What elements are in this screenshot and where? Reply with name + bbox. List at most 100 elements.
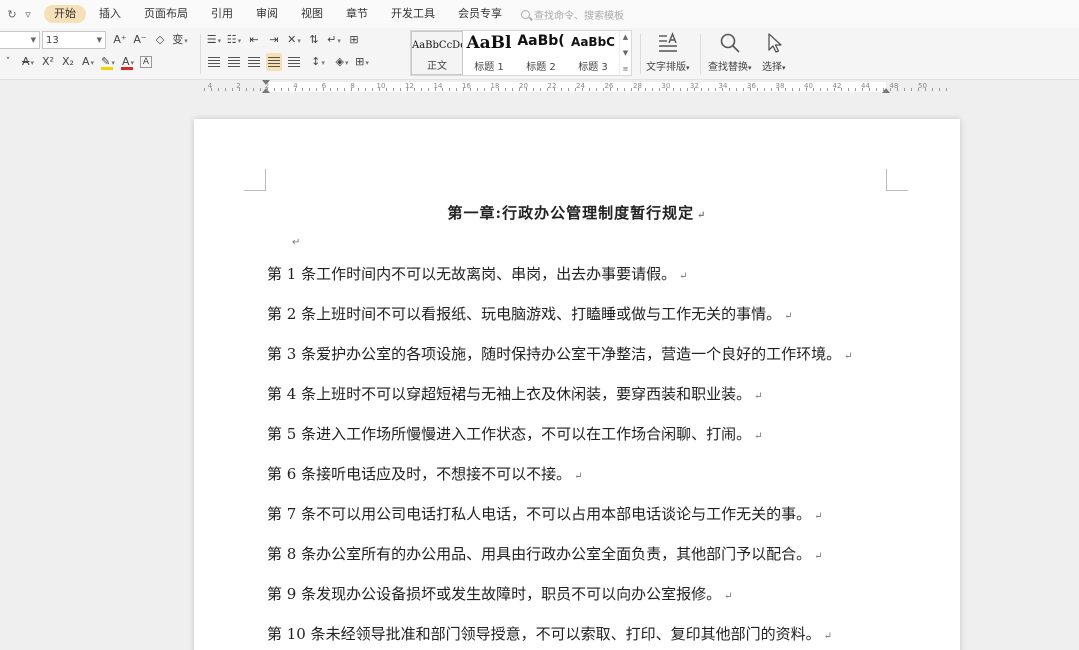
superscript-icon[interactable]: X² (40, 53, 56, 71)
borders-icon[interactable]: ⊞▾ (354, 53, 370, 71)
phonetic-guide-icon[interactable]: 变▾ (172, 31, 188, 49)
paragraph-6[interactable]: 第 6 条接听电话应及时，不想接不可以不接。 ↵ (267, 463, 582, 484)
ruler-tick (337, 88, 338, 91)
margin-corner-top-right (886, 169, 908, 191)
command-search[interactable]: 查找命令、搜索模板 (521, 7, 624, 22)
paragraph-10[interactable]: 第 10 条未经领导批准和部门领导授意，不可以索取、打印、复印其他部门的资料。 ↵ (267, 623, 832, 644)
style-heading-3[interactable]: AaBbC 标题 3 (567, 31, 619, 75)
ruler-label: 26 (604, 82, 614, 90)
tab-developer[interactable]: 开发工具 (381, 5, 445, 23)
ribbon-toolbar: ▼ 13 ▼ A⁺ A⁻ ◇ 变▾ ˅ A▾ X² X₂ A▾ ✎▾ A▾ A ☰… (0, 28, 1079, 80)
paragraph-8[interactable]: 第 8 条办公室所有的办公用品、用具由行政办公室全面负责，其他部门予以配合。 ↵ (267, 543, 822, 564)
tab-references[interactable]: 引用 (201, 5, 243, 23)
tab-view[interactable]: 视图 (291, 5, 333, 23)
align-left-icon[interactable] (206, 53, 222, 71)
ruler-tick (799, 88, 800, 91)
chevron-up-icon[interactable]: ▲ (623, 33, 628, 41)
ruler-tick (225, 88, 226, 91)
subscript-icon[interactable]: X₂ (60, 53, 76, 71)
text-box-icon[interactable]: ⊞ (346, 31, 362, 49)
document-title[interactable]: 第一章:行政办公管理制度暂行规定 ↵ (194, 202, 960, 223)
ruler-tick (540, 88, 541, 91)
distributed-align-icon[interactable] (286, 53, 302, 71)
ruler-tick (372, 88, 373, 91)
expand-gallery-icon[interactable]: ≡ (623, 65, 629, 73)
find-replace-button[interactable]: 查找替换▾ (708, 32, 752, 73)
ruler-tick (533, 88, 534, 91)
increase-indent-icon[interactable]: ⇥ (266, 31, 282, 49)
undo-icon[interactable]: ↻ (4, 8, 20, 21)
tab-insert[interactable]: 插入 (89, 5, 131, 23)
paragraph-5[interactable]: 第 5 条进入工作场所慢慢进入工作状态，不可以在工作场合闲聊、打闹。 ↵ (267, 423, 762, 444)
paragraph-4[interactable]: 第 4 条上班时不可以穿超短裙与无袖上衣及休闲装，要穿西装和职业装。 ↵ (267, 383, 762, 404)
ruler-tick (484, 88, 485, 91)
font-size-select[interactable]: 13 ▼ (42, 31, 106, 49)
strikethrough-icon[interactable]: A▾ (20, 53, 36, 71)
chevron-down-icon: ▼ (30, 36, 36, 44)
font-row-bottom: ˅ A▾ X² X₂ A▾ ✎▾ A▾ A (0, 53, 156, 71)
shading-icon[interactable]: ◈▾ (334, 53, 350, 71)
ruler-tick (680, 88, 681, 91)
text-effect-icon[interactable]: A▾ (80, 53, 96, 71)
char-border-icon[interactable]: A (140, 56, 152, 68)
ruler-tick (848, 88, 849, 91)
select-button[interactable]: 选择▾ (762, 32, 786, 73)
increase-font-icon[interactable]: A⁺ (112, 31, 128, 49)
numbered-list-icon[interactable]: ☷▾ (226, 31, 242, 49)
paragraph-3[interactable]: 第 3 条爱护办公室的各项设施，随时保持办公室干净整洁，营造一个良好的工作环境。… (267, 343, 852, 364)
ruler-tick (589, 88, 590, 91)
line-spacing-icon[interactable]: ↕▾ (310, 53, 326, 71)
ruler-tick (421, 88, 422, 91)
style-heading-2[interactable]: AaBb( 标题 2 (515, 31, 567, 75)
decrease-indent-icon[interactable]: ⇤ (246, 31, 262, 49)
tab-sections[interactable]: 章节 (336, 5, 378, 23)
chevron-down-icon[interactable]: ▼ (623, 49, 628, 57)
chinese-layout-icon[interactable]: ✕▾ (286, 31, 302, 49)
style-normal[interactable]: AaBbCcDd 正文 (411, 31, 463, 75)
font-color-icon[interactable]: A▾ (120, 53, 136, 71)
sort-icon[interactable]: ⇅ (306, 31, 322, 49)
ruler-label: 4 (293, 82, 298, 90)
ruler-label: 10 (376, 82, 386, 90)
underline-dropdown-icon[interactable]: ˅ (0, 53, 16, 71)
paragraph-7[interactable]: 第 7 条不可以用公司电话打私人电话，不可以占用本部电话谈论与工作无关的事。 ↵ (267, 503, 822, 524)
show-marks-icon[interactable]: ↵▾ (326, 31, 342, 49)
ruler-tick (386, 88, 387, 91)
styles-scroll[interactable]: ▲ ▼ ≡ (619, 31, 631, 75)
align-center-icon[interactable] (226, 53, 242, 71)
font-name-select[interactable]: ▼ (0, 31, 40, 49)
ruler-label: 20 (519, 82, 528, 90)
ruler-label: 44 (861, 82, 870, 90)
ruler-tick (827, 88, 828, 91)
ruler-tick (512, 88, 513, 91)
tab-home[interactable]: 开始 (44, 5, 86, 23)
tab-member[interactable]: 会员专享 (448, 5, 512, 23)
decrease-font-icon[interactable]: A⁻ (132, 31, 148, 49)
text-layout-button[interactable]: 文字排版▾ (646, 32, 690, 73)
align-right-icon[interactable] (246, 53, 262, 71)
align-justify-icon[interactable] (266, 53, 282, 71)
ruler-label: 18 (490, 82, 500, 90)
quick-access-dropdown-icon[interactable]: ▿ (20, 8, 36, 21)
style-heading-1[interactable]: AaBl 标题 1 (463, 31, 515, 75)
ruler-label: 42 (832, 82, 842, 90)
ruler-tick (757, 88, 758, 91)
document-page[interactable]: 第一章:行政办公管理制度暂行规定 ↵ ↵ 第 1 条工作时间内不可以无故离岗、串岗… (194, 119, 960, 650)
ruler-tick (260, 88, 261, 91)
clear-format-icon[interactable]: ◇ (152, 31, 168, 49)
ruler-tick (302, 88, 303, 91)
ruler-tick (281, 88, 282, 91)
tab-page-layout[interactable]: 页面布局 (134, 5, 198, 23)
paragraph-1[interactable]: 第 1 条工作时间内不可以无故离岗、串岗，出去办事要请假。 ↵ (267, 263, 687, 284)
tab-review[interactable]: 审阅 (246, 5, 288, 23)
empty-paragraph-mark: ↵ (292, 237, 301, 248)
font-size-value: 13 (46, 34, 59, 46)
paragraph-2[interactable]: 第 2 条上班时间不可以看报纸、玩电脑游戏、打瞌睡或做与工作无关的事情。 ↵ (267, 303, 792, 324)
ruler-tick (624, 88, 625, 91)
bullet-list-icon[interactable]: ☰▾ (206, 31, 222, 49)
horizontal-ruler[interactable]: 4 2 2 4 6 8 10 12 14 16 18 20 22 24 26 28 30 32 34 36 38 40 42… (200, 80, 950, 94)
paragraph-9[interactable]: 第 9 条发现办公设备损坏或发生故障时，职员不可以向办公室报修。 ↵ (267, 583, 732, 604)
menu-bar: ↻ ▿ 开始 插入 页面布局 引用 审阅 视图 章节 开发工具 会员专享 查找命… (0, 0, 1079, 28)
ruler-label: 38 (775, 82, 785, 90)
highlight-color-icon[interactable]: ✎▾ (100, 53, 116, 71)
